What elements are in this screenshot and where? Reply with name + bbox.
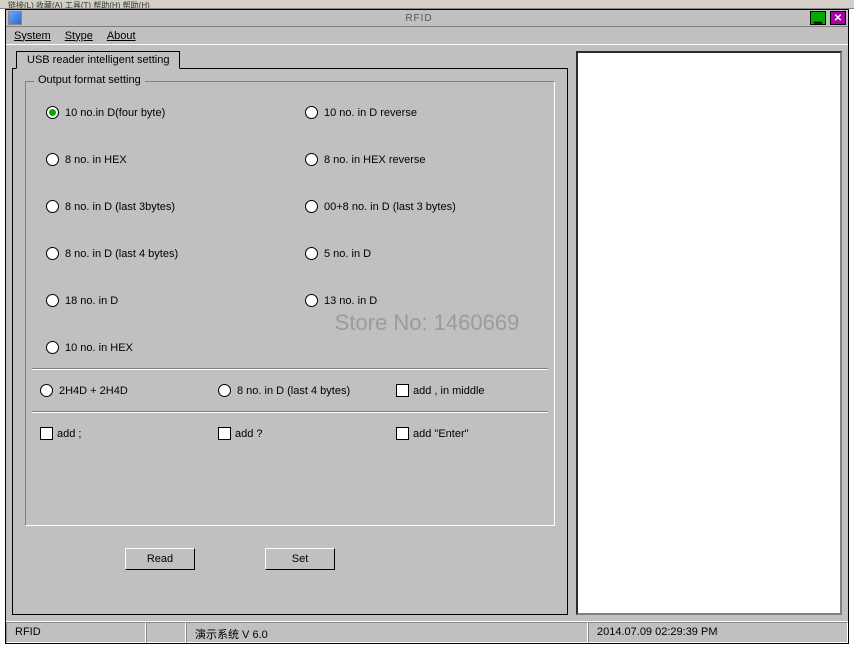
read-button[interactable]: Read <box>125 548 195 570</box>
radio-label: 10 no. in HEX <box>65 342 133 354</box>
radio-icon <box>305 153 318 166</box>
radio-option[interactable]: 00+8 no. in D (last 3 bytes) <box>305 200 544 213</box>
radio-option[interactable]: 8 no. in HEX reverse <box>305 153 544 166</box>
radio-option[interactable]: 10 no.in D(four byte) <box>46 106 285 119</box>
checkbox-icon <box>40 427 53 440</box>
radio-label: 8 no. in HEX <box>65 154 127 166</box>
checkbox-add-question[interactable]: add ? <box>218 427 366 440</box>
radio-label: 10 no. in D reverse <box>324 107 417 119</box>
radio-label: 2H4D + 2H4D <box>59 385 128 397</box>
radio-icon <box>46 247 59 260</box>
checkbox-add-enter[interactable]: add "Enter" <box>396 427 544 440</box>
radio-label: 00+8 no. in D (last 3 bytes) <box>324 201 456 213</box>
radio-icon <box>305 294 318 307</box>
main-window: RFID ▁ ✕ System Stype About USB reader i… <box>5 9 849 644</box>
titlebar: RFID ▁ ✕ <box>6 10 848 27</box>
window-title: RFID <box>28 13 810 24</box>
divider <box>32 368 548 370</box>
radio-option[interactable]: 5 no. in D <box>305 247 544 260</box>
radio-option[interactable]: 10 no. in HEX <box>46 341 285 354</box>
left-panel: USB reader intelligent setting Output fo… <box>12 51 568 615</box>
radio-icon <box>305 200 318 213</box>
set-button[interactable]: Set <box>265 548 335 570</box>
close-button[interactable]: ✕ <box>830 11 846 25</box>
menu-system[interactable]: System <box>14 30 51 42</box>
checkbox-label: add , in middle <box>413 385 485 397</box>
radio-8no-last4-b[interactable]: 8 no. in D (last 4 bytes) <box>218 384 366 397</box>
radio-icon <box>46 200 59 213</box>
checkbox-label: add "Enter" <box>413 428 469 440</box>
status-spacer <box>146 622 186 643</box>
radio-label: 18 no. in D <box>65 295 118 307</box>
radio-icon <box>46 106 59 119</box>
radio-label: 13 no. in D <box>324 295 377 307</box>
radio-icon <box>46 153 59 166</box>
app-icon <box>8 11 22 25</box>
statusbar: RFID 演示系统 V 6.0 2014.07.09 02:29:39 PM <box>6 621 848 643</box>
radio-label: 8 no. in D (last 4 bytes) <box>237 385 350 397</box>
radio-option[interactable]: 10 no. in D reverse <box>305 106 544 119</box>
minimize-button[interactable]: ▁ <box>810 11 826 25</box>
status-datetime: 2014.07.09 02:29:39 PM <box>588 622 848 643</box>
radio-label: 8 no. in D (last 4 bytes) <box>65 248 178 260</box>
checkbox-label: add ? <box>235 428 263 440</box>
radio-icon <box>305 106 318 119</box>
output-list[interactable] <box>576 51 842 615</box>
radio-icon <box>46 294 59 307</box>
status-version: 演示系统 V 6.0 <box>186 622 588 643</box>
radio-icon <box>218 384 231 397</box>
checkbox-add-middle[interactable]: add , in middle <box>396 384 544 397</box>
radio-option[interactable]: 13 no. in D <box>305 294 544 307</box>
menu-stype[interactable]: Stype <box>65 30 93 42</box>
radio-option[interactable]: 8 no. in D (last 3bytes) <box>46 200 285 213</box>
radio-option[interactable]: 18 no. in D <box>46 294 285 307</box>
checkbox-label: add ; <box>57 428 81 440</box>
checkbox-add-semicolon[interactable]: add ; <box>40 427 188 440</box>
output-format-group: Output format setting 10 no.in D(four by… <box>25 81 555 526</box>
radio-2h4d[interactable]: 2H4D + 2H4D <box>40 384 188 397</box>
radio-option[interactable]: 8 no. in D (last 4 bytes) <box>46 247 285 260</box>
radio-icon <box>305 247 318 260</box>
divider <box>32 411 548 413</box>
menu-about[interactable]: About <box>107 30 136 42</box>
radio-label: 10 no.in D(four byte) <box>65 107 165 119</box>
radio-icon <box>40 384 53 397</box>
radio-label: 8 no. in HEX reverse <box>324 154 426 166</box>
browser-menu-artifact: 链接(L) 收藏(A) 工具(T) 帮助(H) 帮助(H) <box>0 0 854 9</box>
radio-icon <box>46 341 59 354</box>
tab-usb-reader[interactable]: USB reader intelligent setting <box>16 51 180 69</box>
groupbox-title: Output format setting <box>34 74 145 86</box>
checkbox-icon <box>396 384 409 397</box>
radio-option[interactable]: 8 no. in HEX <box>46 153 285 166</box>
status-app: RFID <box>6 622 146 643</box>
radio-label: 8 no. in D (last 3bytes) <box>65 201 175 213</box>
checkbox-icon <box>218 427 231 440</box>
menubar: System Stype About <box>6 27 848 45</box>
tab-body: Output format setting 10 no.in D(four by… <box>12 68 568 615</box>
radio-label: 5 no. in D <box>324 248 371 260</box>
checkbox-icon <box>396 427 409 440</box>
